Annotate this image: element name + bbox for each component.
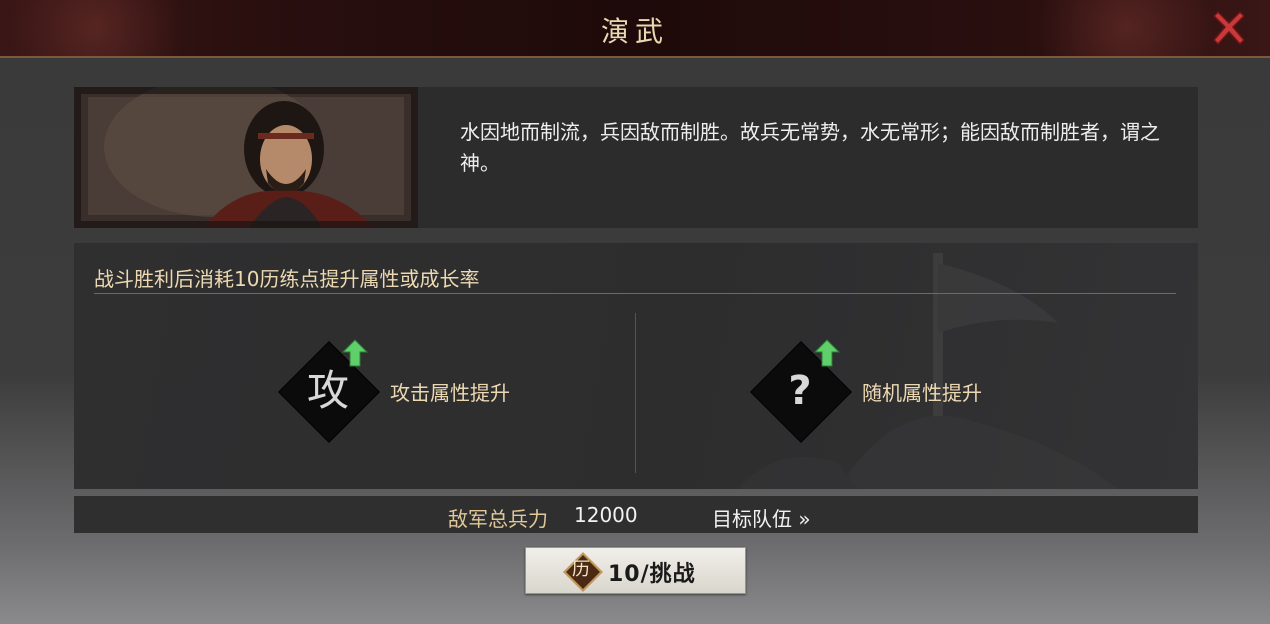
- attack-icon: 攻: [278, 339, 380, 443]
- general-portrait: [74, 87, 418, 228]
- training-points-icon: 历: [563, 552, 603, 592]
- challenge-label: 10/挑战: [608, 562, 696, 587]
- attack-upgrade-option[interactable]: 攻 攻击属性提升: [278, 339, 578, 443]
- random-upgrade-option[interactable]: ? 随机属性提升: [750, 339, 1050, 443]
- options-divider: [635, 313, 636, 473]
- close-button[interactable]: [1208, 8, 1250, 50]
- random-upgrade-label: 随机属性提升: [862, 381, 982, 405]
- title-bar: 演武: [0, 0, 1270, 58]
- hero-quote: 水因地而制流，兵因敌而制胜。故兵无常势，水无常形；能因敌而制胜者，谓之神。: [460, 120, 1160, 175]
- hero-panel: 水因地而制流，兵因敌而制胜。故兵无常势，水无常形；能因敌而制胜者，谓之神。: [74, 87, 1198, 228]
- window-title: 演武: [600, 15, 669, 48]
- enemy-troops-label: 敌军总兵力: [448, 507, 548, 531]
- enemy-info-bar: 敌军总兵力 12000 目标队伍 »: [74, 496, 1198, 533]
- target-team-link[interactable]: 目标队伍 »: [712, 503, 811, 532]
- upgrade-arrow-icon: [814, 339, 840, 367]
- heading-divider: [94, 293, 1176, 294]
- close-icon: [1212, 10, 1246, 46]
- attack-upgrade-label: 攻击属性提升: [390, 381, 510, 405]
- random-icon: ?: [750, 339, 852, 443]
- training-heading: 战斗胜利后消耗10历练点提升属性或成长率: [94, 267, 480, 291]
- upgrade-arrow-icon: [342, 339, 368, 367]
- enemy-troops-value: 12000: [574, 503, 638, 527]
- challenge-button[interactable]: 历 10/挑战: [525, 547, 746, 594]
- training-panel: 战斗胜利后消耗10历练点提升属性或成长率 攻 攻击属性提升 ? 随机属性提升: [74, 243, 1198, 489]
